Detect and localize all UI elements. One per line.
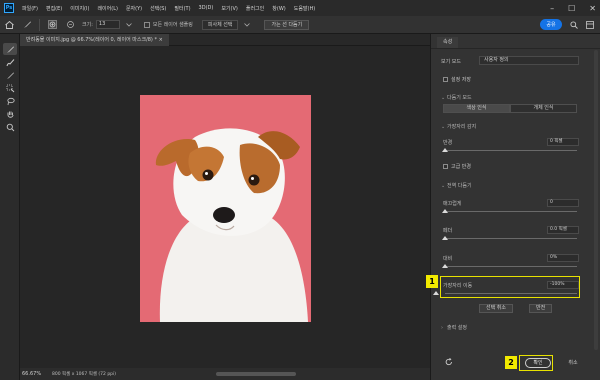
edge-detection-section[interactable]: ⌄ 가장자리 감지	[441, 123, 476, 130]
sample-all-layers-checkbox[interactable]	[143, 21, 150, 28]
workspace-icon[interactable]	[584, 19, 596, 30]
quick-selection-brush-icon[interactable]	[3, 43, 17, 55]
menu-plugins[interactable]: 플러그인	[242, 5, 268, 12]
cancel-button[interactable]: 취소	[561, 358, 585, 368]
refine-hair-button[interactable]: 가는 선 다듬기	[264, 19, 310, 30]
status-bar: 66.67% 800 픽셀 x 1067 픽셀 (72 ppi)	[20, 368, 430, 380]
properties-panel: 속성 보기 모드 사용자 정의 설정 저장 ⌄ 다듬기 모드 색상 인식 개체 인…	[430, 34, 600, 380]
home-icon[interactable]	[3, 19, 15, 31]
contrast-label: 대비	[443, 256, 453, 262]
chevron-down-icon[interactable]	[241, 19, 253, 31]
canvas-area[interactable]	[20, 46, 430, 368]
smooth-slider-thumb[interactable]	[442, 209, 448, 213]
menu-window[interactable]: 창(W)	[268, 5, 289, 12]
refine-mode-section[interactable]: ⌄ 다듬기 모드	[441, 94, 472, 101]
color-aware-button[interactable]: 색상 인식	[443, 104, 510, 113]
output-settings-section[interactable]: › 출력 설정	[441, 324, 467, 331]
document-tab[interactable]: 반려동물 이미지.jpg @ 66.7%(레이어 0, 레이어 마스크/8) *…	[20, 34, 169, 46]
menu-edit[interactable]: 편집(E)	[42, 5, 66, 12]
brush-add-icon[interactable]	[46, 19, 58, 31]
step-badge-1: 1	[426, 275, 438, 288]
feather-slider-thumb[interactable]	[442, 236, 448, 240]
contrast-input[interactable]: 0%	[547, 254, 579, 262]
menu-image[interactable]: 이미지(I)	[66, 5, 93, 12]
section-label: 출력 설정	[447, 325, 467, 331]
menu-layer[interactable]: 레이어(L)	[93, 5, 122, 12]
highlight-box-2	[519, 355, 553, 371]
radius-slider-thumb[interactable]	[442, 148, 448, 152]
smart-radius-label: 고급 반경	[451, 164, 471, 170]
refine-edge-brush-icon[interactable]	[3, 56, 17, 68]
smooth-label: 매끄럽게	[443, 201, 462, 207]
zoom-level[interactable]: 66.67%	[22, 371, 52, 377]
radius-input[interactable]: 0 픽셀	[547, 138, 579, 146]
menu-3d[interactable]: 3D(D)	[195, 5, 218, 11]
minimize-button[interactable]: –	[550, 4, 554, 13]
brush-tool-icon[interactable]	[21, 19, 33, 31]
dog-photo	[140, 95, 311, 322]
brush-tool-icon[interactable]	[3, 69, 17, 81]
contrast-slider-thumb[interactable]	[442, 264, 448, 268]
save-settings-label: 설정 저장	[451, 77, 471, 83]
divider	[431, 48, 600, 49]
select-subject-button[interactable]: 피사체 선택	[201, 19, 239, 30]
feather-input[interactable]: 0.0 픽셀	[547, 226, 579, 234]
menu-type[interactable]: 문자(Y)	[122, 5, 146, 12]
search-icon[interactable]	[568, 19, 580, 30]
horizontal-scrollbar[interactable]	[216, 372, 296, 376]
feather-label: 페더	[443, 228, 453, 234]
options-bar: 크기: 13 모든 레이어 샘플링 피사체 선택 가는 선 다듬기	[0, 16, 600, 34]
close-button[interactable]: ✕	[589, 4, 596, 13]
section-label: 다듬기 모드	[447, 95, 472, 101]
sample-all-layers-label: 모든 레이어 샘플링	[152, 22, 193, 28]
reset-icon[interactable]	[445, 357, 453, 368]
smooth-input[interactable]: 0	[547, 199, 579, 207]
size-input[interactable]: 13	[95, 20, 120, 29]
share-button[interactable]: 공유	[540, 19, 562, 30]
chevron-down-icon[interactable]	[123, 19, 135, 31]
hand-tool-icon[interactable]	[3, 108, 17, 120]
brush-subtract-icon[interactable]	[64, 19, 76, 31]
smart-radius-checkbox[interactable]	[443, 164, 448, 169]
zoom-tool-icon[interactable]	[3, 121, 17, 133]
menu-bar: Ps 파일(F) 편집(E) 이미지(I) 레이어(L) 문자(Y) 선택(S)…	[0, 0, 600, 16]
lasso-tool-icon[interactable]	[3, 95, 17, 107]
radius-label: 반경	[443, 140, 453, 146]
section-label: 전역 다듬기	[447, 183, 472, 189]
menu-view[interactable]: 보기(V)	[217, 5, 242, 12]
highlight-box-1	[440, 276, 580, 298]
save-settings-checkbox[interactable]	[443, 77, 448, 82]
document-info: 800 픽셀 x 1067 픽셀 (72 ppi)	[52, 372, 117, 377]
view-mode-select[interactable]: 사용자 정의	[479, 56, 579, 65]
radius-slider[interactable]	[445, 150, 577, 151]
view-mode-label: 보기 모드	[441, 59, 461, 65]
object-selection-icon[interactable]	[3, 82, 17, 94]
clear-selection-button[interactable]: 선택 취소	[479, 304, 513, 313]
photoshop-logo: Ps	[4, 3, 14, 13]
menu-help[interactable]: 도움말(H)	[290, 5, 319, 12]
refine-mode-toggle: 색상 인식 개체 인식	[443, 104, 577, 113]
divider	[39, 18, 40, 31]
shift-edge-slider-thumb[interactable]	[433, 291, 439, 295]
menu-filter[interactable]: 필터(T)	[170, 5, 194, 12]
section-label: 가장자리 감지	[447, 124, 477, 130]
maximize-button[interactable]: ☐	[568, 4, 575, 13]
smooth-slider[interactable]	[445, 211, 577, 212]
step-badge-2: 2	[505, 356, 517, 369]
invert-button[interactable]: 반전	[529, 304, 553, 313]
tools-panel	[0, 34, 20, 380]
menu-select[interactable]: 선택(S)	[146, 5, 170, 12]
menu-file[interactable]: 파일(F)	[18, 5, 42, 12]
panel-scrollbar[interactable]	[594, 50, 598, 350]
global-refine-section[interactable]: ⌄ 전역 다듬기	[441, 182, 472, 189]
feather-slider[interactable]	[445, 238, 577, 239]
document-tab-bar: 반려동물 이미지.jpg @ 66.7%(레이어 0, 레이어 마스크/8) *…	[20, 34, 430, 46]
contrast-slider[interactable]	[445, 266, 577, 267]
tab-properties[interactable]: 속성	[437, 37, 459, 48]
size-label: 크기:	[82, 22, 93, 28]
object-aware-button[interactable]: 개체 인식	[510, 104, 577, 113]
